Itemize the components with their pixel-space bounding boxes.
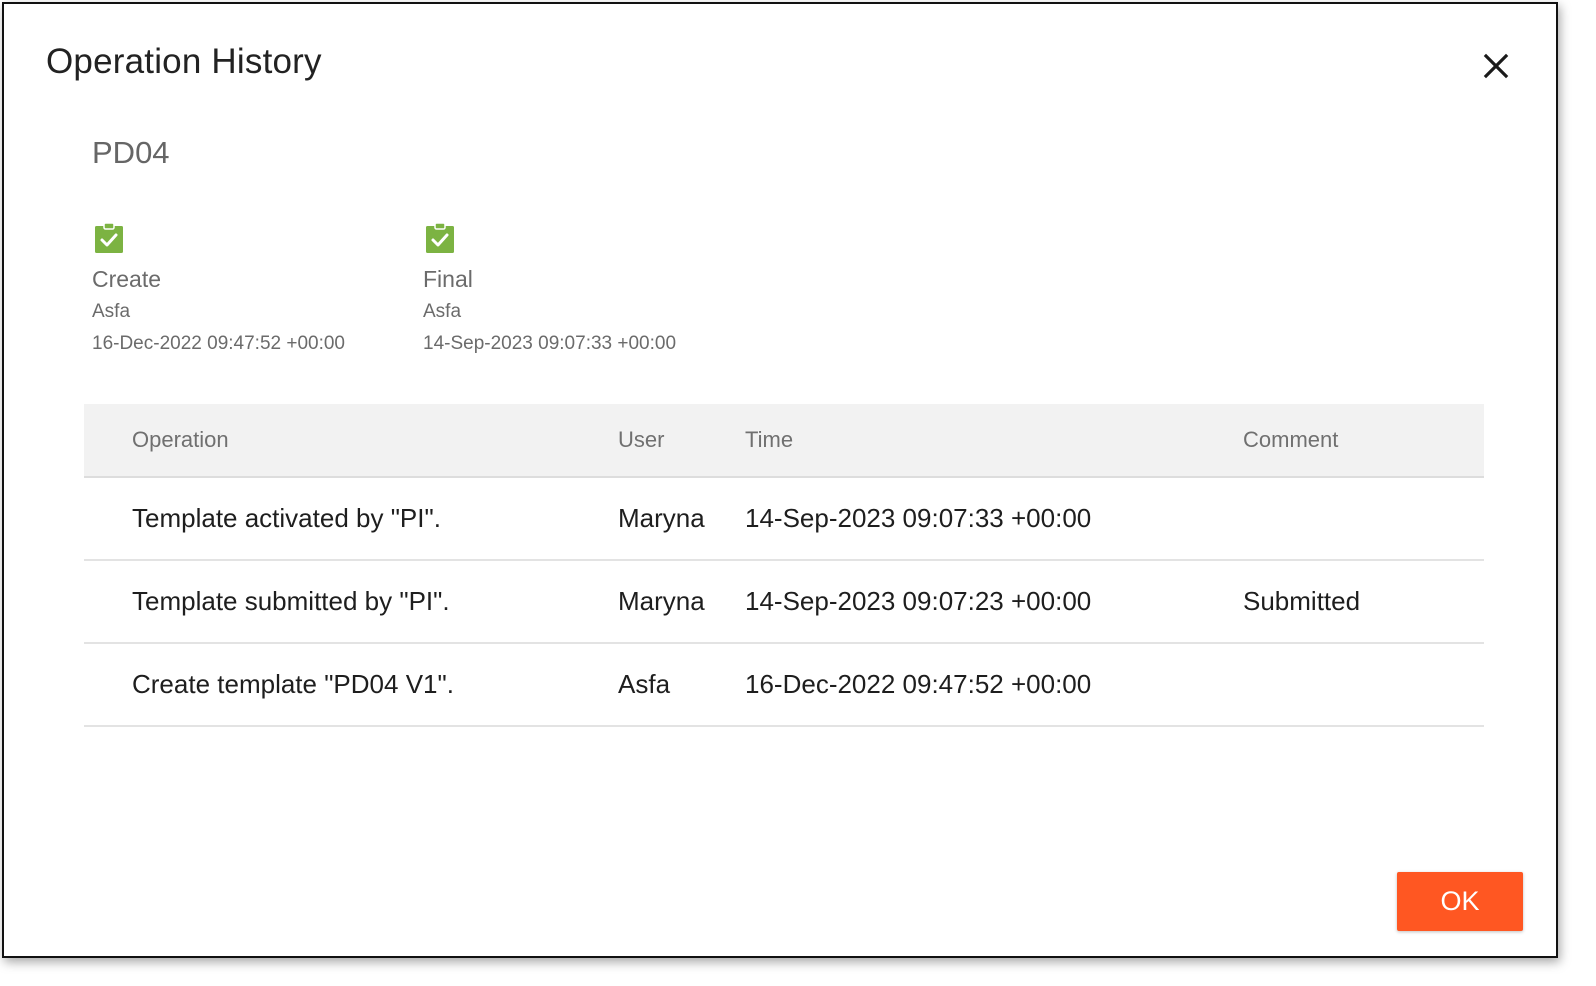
step-user: Asfa xyxy=(423,301,462,322)
user-cell: Maryna xyxy=(618,503,705,533)
user-cell: Asfa xyxy=(618,669,671,699)
table-header: Operation User Time Comment xyxy=(84,404,1484,478)
operation-history-dialog: Operation History PD04 Create Asfa 16-De… xyxy=(2,2,1558,958)
operation-history-table: Operation User Time Comment Template act… xyxy=(84,404,1484,727)
operation-cell: Create template "PD04 V1". xyxy=(132,669,454,699)
step-time: 16-Dec-2022 09:47:52 +00:00 xyxy=(92,333,346,354)
column-header-time[interactable]: Time xyxy=(745,404,793,476)
clipboard-check-icon xyxy=(95,222,123,253)
step-time: 14-Sep-2023 09:07:33 +00:00 xyxy=(423,333,677,354)
workflow-step-create: Create Asfa 16-Dec-2022 09:47:52 +00:00 xyxy=(92,222,345,358)
user-cell: Maryna xyxy=(618,586,705,616)
close-icon xyxy=(1483,53,1509,79)
operation-cell: Template activated by "PI". xyxy=(132,503,441,533)
step-label: Create xyxy=(92,266,162,292)
comment-cell: Submitted xyxy=(1243,586,1361,616)
step-user: Asfa xyxy=(92,301,131,322)
time-cell: 14-Sep-2023 09:07:33 +00:00 xyxy=(745,503,1092,533)
column-header-user[interactable]: User xyxy=(618,404,664,476)
time-cell: 16-Dec-2022 09:47:52 +00:00 xyxy=(745,669,1092,699)
close-button[interactable] xyxy=(1478,48,1514,84)
dialog-title: Operation History xyxy=(46,42,322,81)
table-row[interactable]: Template activated by "PI". Maryna 14-Se… xyxy=(84,478,1484,561)
template-name: PD04 xyxy=(92,135,170,170)
column-header-operation[interactable]: Operation xyxy=(132,404,229,476)
table-row[interactable]: Template submitted by "PI". Maryna 14-Se… xyxy=(84,561,1484,644)
operation-cell: Template submitted by "PI". xyxy=(132,586,450,616)
column-header-comment[interactable]: Comment xyxy=(1243,404,1338,476)
time-cell: 14-Sep-2023 09:07:23 +00:00 xyxy=(745,586,1092,616)
step-label: Final xyxy=(423,266,473,292)
table-row[interactable]: Create template "PD04 V1". Asfa 16-Dec-2… xyxy=(84,644,1484,727)
workflow-step-final: Final Asfa 14-Sep-2023 09:07:33 +00:00 xyxy=(423,222,676,358)
ok-button[interactable]: OK xyxy=(1397,872,1523,931)
clipboard-check-icon xyxy=(426,222,454,253)
